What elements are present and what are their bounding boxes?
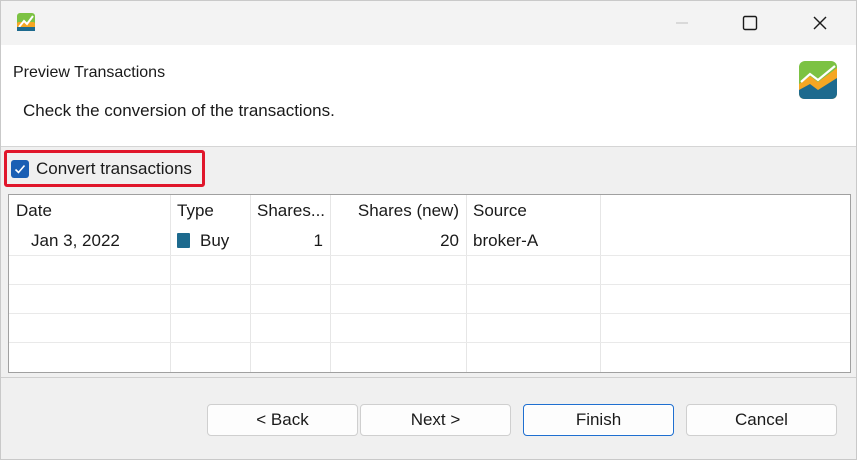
cell-source: broker-A [473, 231, 539, 250]
close-icon [813, 16, 827, 30]
row-divider [9, 342, 850, 343]
maximize-icon [742, 15, 758, 31]
convert-transactions-option[interactable]: Convert transactions [4, 150, 205, 187]
minimize-icon [676, 22, 688, 24]
page-description: Check the conversion of the transactions… [23, 101, 335, 120]
cell-shares: 1 [313, 231, 323, 250]
checkmark-icon [14, 164, 26, 174]
app-icon [17, 13, 35, 31]
cell-shares-new: 20 [440, 231, 459, 250]
column-header-type[interactable]: Type [170, 195, 250, 226]
column-header-date[interactable]: Date [9, 195, 170, 226]
cell-type: Buy [170, 226, 250, 255]
column-header-source[interactable]: Source [466, 195, 600, 226]
minimize-button[interactable] [647, 1, 717, 45]
column-header-shares-new[interactable]: Shares (new) [330, 195, 466, 226]
wizard-header: Preview Transactions Check the conversio… [1, 45, 856, 147]
cell-type-label: Buy [200, 231, 230, 250]
table-header: Date Type Shares... Shares (new) Source [9, 195, 850, 226]
row-divider [9, 313, 850, 314]
footer-divider [1, 377, 856, 378]
row-divider [9, 284, 850, 285]
finish-button[interactable]: Finish [523, 404, 674, 436]
convert-transactions-label: Convert transactions [36, 158, 192, 178]
back-button[interactable]: < Back [207, 404, 358, 436]
column-header-shares[interactable]: Shares... [250, 195, 330, 226]
close-button[interactable] [785, 1, 855, 45]
convert-transactions-checkbox[interactable] [11, 159, 29, 178]
import-wizard-window: Preview Transactions Check the conversio… [0, 0, 857, 460]
row-divider [9, 255, 850, 256]
portfolio-chart-icon [799, 61, 837, 99]
next-button[interactable]: Next > [360, 404, 511, 436]
buy-icon [177, 233, 190, 248]
title-bar [1, 1, 856, 45]
page-title: Preview Transactions [13, 64, 166, 81]
cancel-button[interactable]: Cancel [686, 404, 837, 436]
table-row[interactable]: Jan 3, 2022 Buy 1 20 broker-A [9, 226, 850, 255]
maximize-button[interactable] [715, 1, 785, 45]
transactions-table[interactable]: Date Type Shares... Shares (new) Source … [8, 194, 851, 373]
cell-date: Jan 3, 2022 [31, 231, 120, 250]
